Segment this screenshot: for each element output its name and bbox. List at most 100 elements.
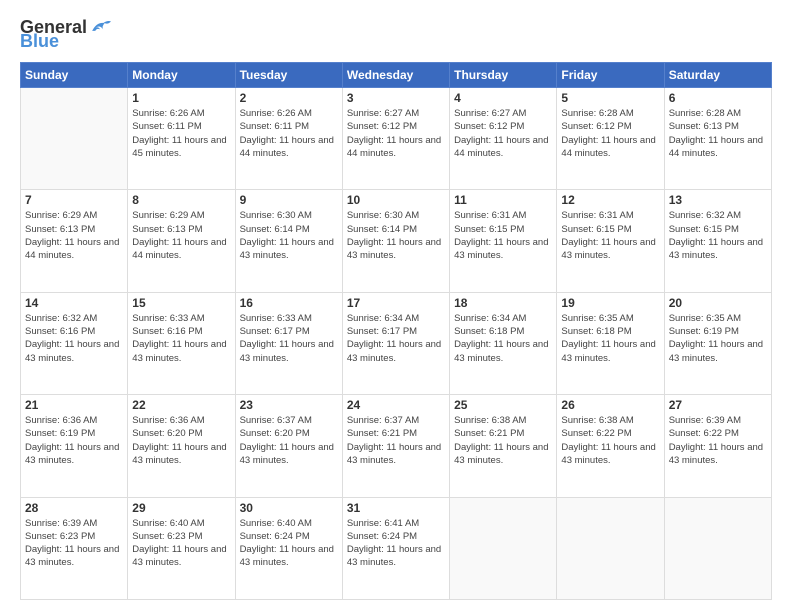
calendar-cell: 13 Sunrise: 6:32 AMSunset: 6:15 PMDayligh… [664,190,771,292]
calendar-cell: 8 Sunrise: 6:29 AMSunset: 6:13 PMDaylight… [128,190,235,292]
day-info: Sunrise: 6:27 AMSunset: 6:12 PMDaylight:… [454,107,552,160]
day-info: Sunrise: 6:40 AMSunset: 6:24 PMDaylight:… [240,517,338,570]
day-number: 29 [132,501,230,515]
day-number: 18 [454,296,552,310]
calendar-header-sunday: Sunday [21,63,128,88]
day-number: 22 [132,398,230,412]
calendar-cell: 25Sunrise: 6:38 AMSunset: 6:21 PMDayligh… [450,395,557,497]
day-info: Sunrise: 6:39 AMSunset: 6:23 PMDaylight:… [25,517,123,570]
day-info: Sunrise: 6:31 AMSunset: 6:15 PMDaylight:… [454,209,552,262]
day-info: Sunrise: 6:34 AMSunset: 6:17 PMDaylight:… [347,312,445,365]
day-number: 3 [347,91,445,105]
calendar-cell: 21 Sunrise: 6:36 AMSunset: 6:19 PMDayligh… [21,395,128,497]
day-number: 28 [25,501,123,515]
day-number: 2 [240,91,338,105]
day-info: Sunrise: 6:37 AMSunset: 6:21 PMDaylight:… [347,414,445,467]
logo-bird-icon [89,18,111,36]
day-number: 13 [669,193,767,207]
calendar-week-2: 7 Sunrise: 6:29 AMSunset: 6:13 PMDaylight… [21,190,772,292]
day-number: 12 [561,193,659,207]
day-info: Sunrise: 6:36 AMSunset: 6:20 PMDaylight:… [132,414,230,467]
day-number: 20 [669,296,767,310]
calendar-cell: 15Sunrise: 6:33 AMSunset: 6:16 PMDayligh… [128,292,235,394]
day-info: Sunrise: 6:27 AMSunset: 6:12 PMDaylight:… [347,107,445,160]
day-number: 4 [454,91,552,105]
calendar-cell: 23 Sunrise: 6:37 AMSunset: 6:20 PMDayligh… [235,395,342,497]
day-number: 21 [25,398,123,412]
calendar-cell: 3 Sunrise: 6:27 AMSunset: 6:12 PMDaylight… [342,88,449,190]
day-number: 7 [25,193,123,207]
day-info: Sunrise: 6:36 AMSunset: 6:19 PMDaylight:… [25,414,123,467]
day-number: 17 [347,296,445,310]
calendar-cell: 29 Sunrise: 6:40 AMSunset: 6:23 PMDayligh… [128,497,235,599]
calendar-cell: 9Sunrise: 6:30 AMSunset: 6:14 PMDaylight… [235,190,342,292]
calendar-week-4: 21 Sunrise: 6:36 AMSunset: 6:19 PMDayligh… [21,395,772,497]
calendar-cell: 30Sunrise: 6:40 AMSunset: 6:24 PMDayligh… [235,497,342,599]
calendar-cell: 24 Sunrise: 6:37 AMSunset: 6:21 PMDayligh… [342,395,449,497]
calendar-cell: 10Sunrise: 6:30 AMSunset: 6:14 PMDayligh… [342,190,449,292]
day-info: Sunrise: 6:37 AMSunset: 6:20 PMDaylight:… [240,414,338,467]
page: General Blue SundayMondayTuesdayWednesda… [0,0,792,612]
day-info: Sunrise: 6:35 AMSunset: 6:18 PMDaylight:… [561,312,659,365]
calendar-table: SundayMondayTuesdayWednesdayThursdayFrid… [20,62,772,600]
calendar-cell: 11 Sunrise: 6:31 AMSunset: 6:15 PMDayligh… [450,190,557,292]
calendar-cell [21,88,128,190]
day-info: Sunrise: 6:35 AMSunset: 6:19 PMDaylight:… [669,312,767,365]
day-number: 25 [454,398,552,412]
calendar-cell: 14Sunrise: 6:32 AMSunset: 6:16 PMDayligh… [21,292,128,394]
day-info: Sunrise: 6:34 AMSunset: 6:18 PMDaylight:… [454,312,552,365]
calendar-cell: 19 Sunrise: 6:35 AMSunset: 6:18 PMDayligh… [557,292,664,394]
day-info: Sunrise: 6:31 AMSunset: 6:15 PMDaylight:… [561,209,659,262]
day-info: Sunrise: 6:28 AMSunset: 6:12 PMDaylight:… [561,107,659,160]
calendar-header-saturday: Saturday [664,63,771,88]
day-number: 10 [347,193,445,207]
day-number: 9 [240,193,338,207]
calendar-header-tuesday: Tuesday [235,63,342,88]
day-number: 11 [454,193,552,207]
day-info: Sunrise: 6:26 AMSunset: 6:11 PMDaylight:… [132,107,230,160]
calendar-cell: 31 Sunrise: 6:41 AMSunset: 6:24 PMDayligh… [342,497,449,599]
calendar-header-monday: Monday [128,63,235,88]
calendar-cell: 2Sunrise: 6:26 AMSunset: 6:11 PMDaylight… [235,88,342,190]
calendar-cell: 28 Sunrise: 6:39 AMSunset: 6:23 PMDayligh… [21,497,128,599]
day-info: Sunrise: 6:41 AMSunset: 6:24 PMDaylight:… [347,517,445,570]
calendar-cell [557,497,664,599]
calendar-cell: 7 Sunrise: 6:29 AMSunset: 6:13 PMDaylight… [21,190,128,292]
day-number: 27 [669,398,767,412]
calendar-header-wednesday: Wednesday [342,63,449,88]
day-info: Sunrise: 6:40 AMSunset: 6:23 PMDaylight:… [132,517,230,570]
day-number: 26 [561,398,659,412]
logo-text-blue: Blue [20,32,59,50]
day-info: Sunrise: 6:32 AMSunset: 6:15 PMDaylight:… [669,209,767,262]
day-number: 24 [347,398,445,412]
calendar-cell: 4 Sunrise: 6:27 AMSunset: 6:12 PMDaylight… [450,88,557,190]
day-info: Sunrise: 6:29 AMSunset: 6:13 PMDaylight:… [132,209,230,262]
day-info: Sunrise: 6:29 AMSunset: 6:13 PMDaylight:… [25,209,123,262]
day-number: 14 [25,296,123,310]
calendar-header-thursday: Thursday [450,63,557,88]
calendar-cell: 1Sunrise: 6:26 AMSunset: 6:11 PMDaylight… [128,88,235,190]
day-number: 5 [561,91,659,105]
calendar-cell [450,497,557,599]
day-info: Sunrise: 6:28 AMSunset: 6:13 PMDaylight:… [669,107,767,160]
logo: General Blue [20,18,111,50]
day-number: 23 [240,398,338,412]
calendar-week-3: 14Sunrise: 6:32 AMSunset: 6:16 PMDayligh… [21,292,772,394]
header: General Blue [20,18,772,50]
calendar-header-friday: Friday [557,63,664,88]
day-number: 31 [347,501,445,515]
calendar-week-5: 28 Sunrise: 6:39 AMSunset: 6:23 PMDayligh… [21,497,772,599]
calendar-cell: 12 Sunrise: 6:31 AMSunset: 6:15 PMDayligh… [557,190,664,292]
calendar-cell: 26Sunrise: 6:38 AMSunset: 6:22 PMDayligh… [557,395,664,497]
day-info: Sunrise: 6:33 AMSunset: 6:17 PMDaylight:… [240,312,338,365]
day-number: 8 [132,193,230,207]
calendar-cell: 20 Sunrise: 6:35 AMSunset: 6:19 PMDayligh… [664,292,771,394]
day-number: 19 [561,296,659,310]
calendar-cell: 18 Sunrise: 6:34 AMSunset: 6:18 PMDayligh… [450,292,557,394]
calendar-cell: 16Sunrise: 6:33 AMSunset: 6:17 PMDayligh… [235,292,342,394]
calendar-cell: 17 Sunrise: 6:34 AMSunset: 6:17 PMDayligh… [342,292,449,394]
calendar-cell [664,497,771,599]
calendar-week-1: 1Sunrise: 6:26 AMSunset: 6:11 PMDaylight… [21,88,772,190]
day-number: 15 [132,296,230,310]
day-number: 6 [669,91,767,105]
